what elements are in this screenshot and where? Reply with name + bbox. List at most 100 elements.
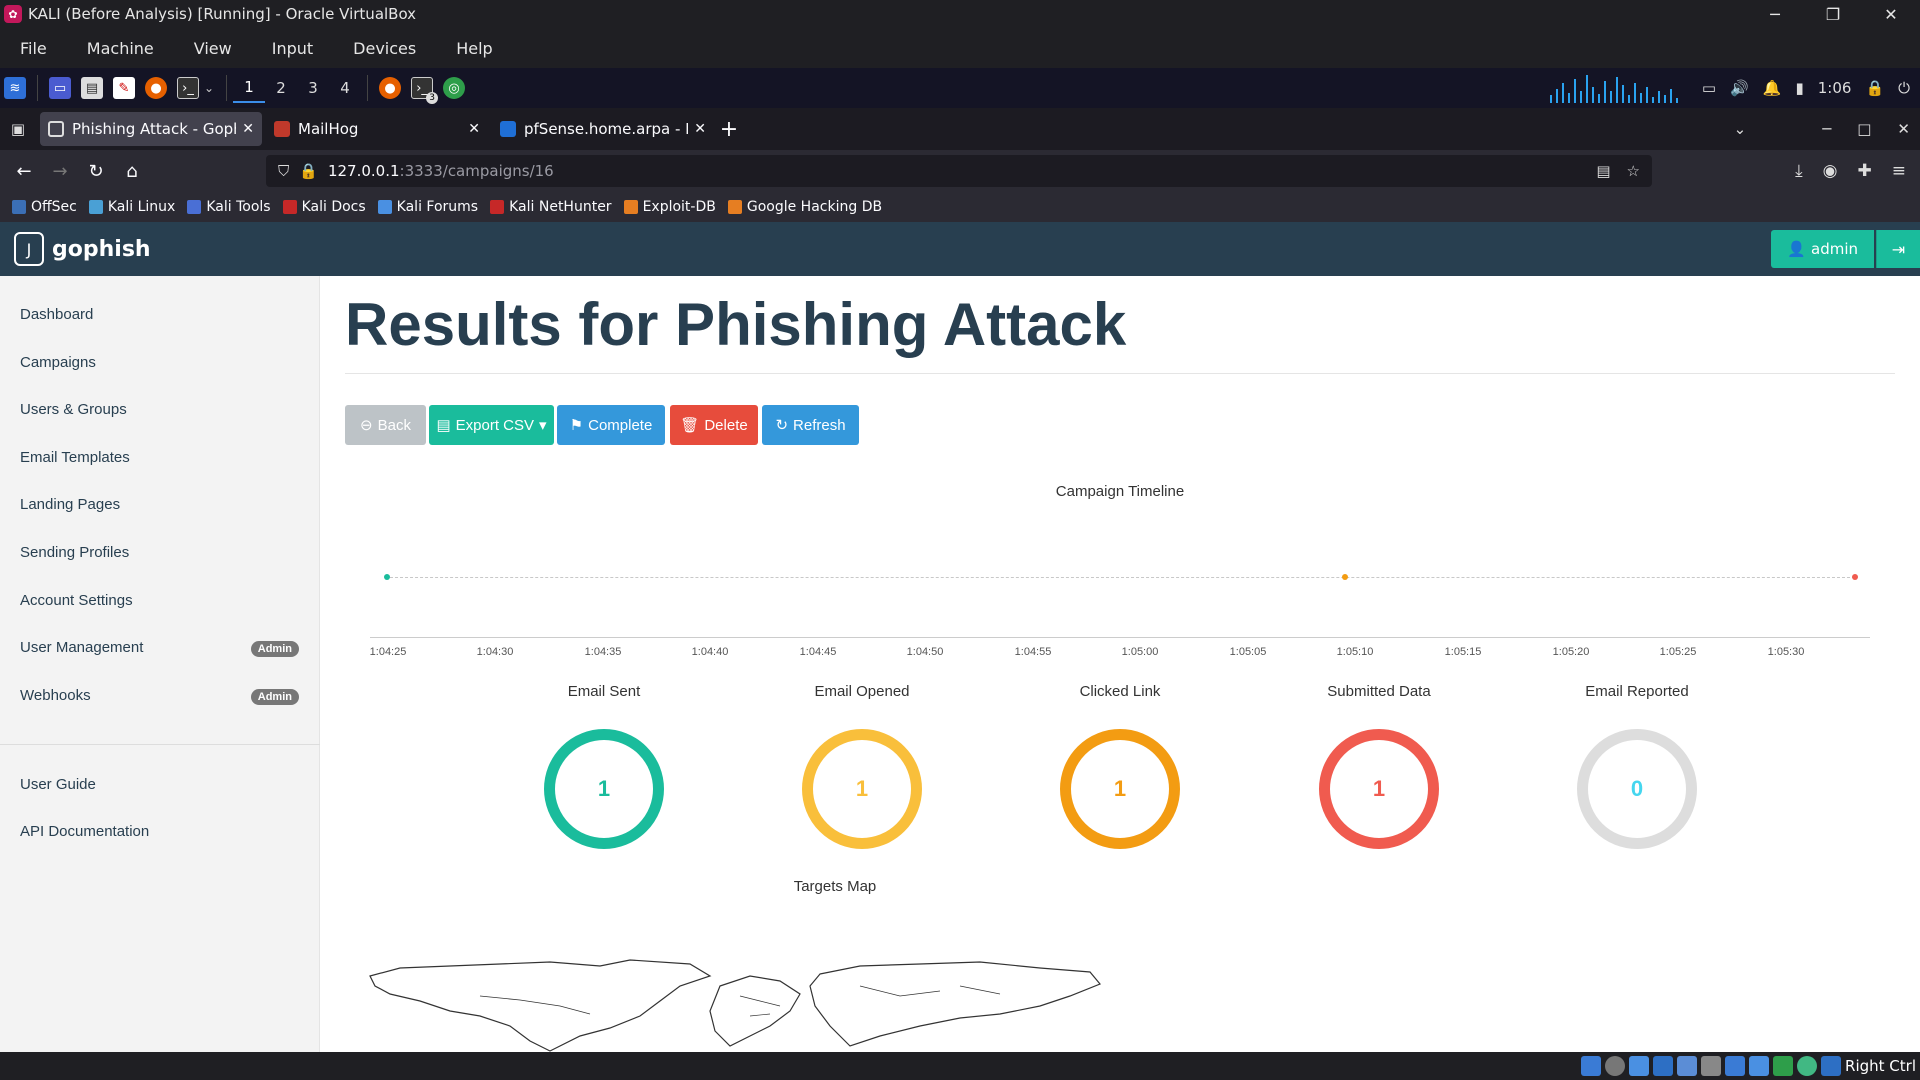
- delete-button[interactable]: 🗑 Delete: [670, 405, 758, 445]
- clock[interactable]: 1:06: [1818, 79, 1852, 97]
- sidebar-item-email-templates[interactable]: Email Templates: [20, 449, 130, 466]
- bookmark-offsec[interactable]: OffSec: [12, 199, 77, 215]
- power-icon[interactable]: ⏻: [1898, 79, 1910, 97]
- display-icon[interactable]: ▭: [1702, 79, 1716, 97]
- notification-bell-icon[interactable]: 🔔: [1763, 79, 1782, 97]
- firefox-window-icon[interactable]: ●: [379, 77, 402, 99]
- desktop-icon[interactable]: ▭: [49, 77, 71, 99]
- bookmark-kali-tools[interactable]: Kali Tools: [187, 199, 271, 215]
- bookmark-kali-nethunter[interactable]: Kali NetHunter: [490, 199, 612, 215]
- sidebar-item-dashboard[interactable]: Dashboard: [20, 306, 93, 323]
- stat-clicked-link-donut[interactable]: 1: [1060, 729, 1180, 849]
- shield-icon[interactable]: ⛉: [278, 162, 289, 180]
- tab-close-icon[interactable]: ✕: [694, 121, 706, 137]
- tab-gophish[interactable]: Phishing Attack - Gophish ✕: [40, 112, 262, 146]
- timeline-event-submitted[interactable]: [1852, 574, 1858, 580]
- workspace-4[interactable]: 4: [329, 73, 361, 103]
- forward-arrow-icon[interactable]: →: [42, 155, 78, 187]
- new-tab-icon[interactable]: +: [714, 117, 744, 142]
- logout-button[interactable]: ⇥: [1876, 230, 1920, 268]
- keyboard-capture-icon[interactable]: [1821, 1056, 1842, 1076]
- export-csv-button[interactable]: ▤ Export CSV ▾: [429, 405, 554, 445]
- hard-disk-icon[interactable]: [1581, 1056, 1602, 1076]
- minimize-button[interactable]: ─: [1746, 0, 1804, 28]
- battery-icon[interactable]: ▮: [1795, 79, 1803, 97]
- back-button[interactable]: ⊖ Back: [345, 405, 426, 445]
- text-editor-icon[interactable]: ✎: [113, 77, 135, 99]
- audio-icon[interactable]: [1629, 1056, 1650, 1076]
- shared-folders-icon[interactable]: [1701, 1056, 1722, 1076]
- workspace-1[interactable]: 1: [233, 73, 266, 103]
- network-icon[interactable]: [1653, 1056, 1674, 1076]
- menu-input[interactable]: Input: [252, 39, 333, 58]
- tab-overview-icon[interactable]: ▣: [0, 120, 36, 138]
- restore-button[interactable]: ❐: [1804, 0, 1862, 28]
- cpu-activity-icon[interactable]: [1797, 1056, 1818, 1076]
- sidebar-item-campaigns[interactable]: Campaigns: [20, 354, 96, 371]
- firefox-launcher-icon[interactable]: ●: [145, 77, 167, 99]
- tab-pfsense[interactable]: pfSense.home.arpa - Fire ✕: [492, 112, 714, 146]
- reader-view-icon[interactable]: ▤: [1596, 162, 1610, 180]
- file-manager-icon[interactable]: ▤: [81, 77, 103, 99]
- close-button[interactable]: ✕: [1862, 0, 1920, 28]
- tab-close-icon[interactable]: ✕: [468, 121, 480, 137]
- hamburger-menu-icon[interactable]: ≡: [1892, 161, 1906, 181]
- menu-machine[interactable]: Machine: [67, 39, 174, 58]
- lock-icon[interactable]: 🔒: [1865, 79, 1884, 97]
- bookmark-google-hacking-db[interactable]: Google Hacking DB: [727, 199, 882, 215]
- reload-icon[interactable]: ↻: [78, 155, 114, 187]
- url-bar[interactable]: ⛉ 🔒 127.0.0.1:3333/campaigns/16 ▤ ☆: [266, 155, 1652, 187]
- admin-user-button[interactable]: 👤 admin: [1771, 230, 1874, 268]
- workspace-2[interactable]: 2: [265, 73, 297, 103]
- gophish-logo[interactable]: J gophish: [14, 232, 151, 266]
- home-icon[interactable]: ⌂: [114, 155, 150, 187]
- maximize-browser-icon[interactable]: □: [1857, 120, 1871, 138]
- wireshark-window-icon[interactable]: ◎: [443, 77, 466, 99]
- recording-icon[interactable]: [1749, 1056, 1770, 1076]
- mouse-integration-icon[interactable]: [1773, 1056, 1794, 1076]
- sidebar-item-user-management[interactable]: User Management: [20, 639, 143, 656]
- stat-email-reported-donut[interactable]: 0: [1577, 729, 1697, 849]
- stat-email-opened-donut[interactable]: 1: [802, 729, 922, 849]
- page-info-icon[interactable]: 🔒: [299, 162, 318, 180]
- targets-map[interactable]: [360, 956, 1110, 1052]
- menu-help[interactable]: Help: [436, 39, 512, 58]
- menu-view[interactable]: View: [174, 39, 252, 58]
- stat-email-sent-donut[interactable]: 1: [544, 729, 664, 849]
- stat-submitted-data-donut[interactable]: 1: [1319, 729, 1439, 849]
- back-arrow-icon[interactable]: ←: [6, 155, 42, 187]
- menu-file[interactable]: File: [0, 39, 67, 58]
- tab-close-icon[interactable]: ✕: [242, 121, 254, 137]
- bookmark-kali-docs[interactable]: Kali Docs: [282, 199, 366, 215]
- optical-drive-icon[interactable]: [1605, 1056, 1626, 1076]
- account-icon[interactable]: ◉: [1823, 161, 1838, 181]
- sidebar-item-users-groups[interactable]: Users & Groups: [20, 401, 127, 418]
- close-browser-icon[interactable]: ✕: [1897, 120, 1910, 138]
- tab-mailhog[interactable]: MailHog ✕: [266, 112, 488, 146]
- sidebar-item-landing-pages[interactable]: Landing Pages: [20, 496, 120, 513]
- bookmark-kali-linux[interactable]: Kali Linux: [88, 199, 175, 215]
- terminal-window-icon[interactable]: ›_ 3: [411, 77, 439, 104]
- refresh-button[interactable]: ↻ Refresh: [762, 405, 859, 445]
- workspace-3[interactable]: 3: [297, 73, 329, 103]
- minimize-browser-icon[interactable]: ─: [1822, 120, 1831, 138]
- bookmark-kali-forums[interactable]: Kali Forums: [377, 199, 478, 215]
- downloads-icon[interactable]: ⤓: [1795, 161, 1803, 181]
- terminal-launcher-icon[interactable]: ›_: [177, 77, 199, 99]
- bookmark-star-icon[interactable]: ☆: [1627, 162, 1640, 180]
- bookmark-exploit-db[interactable]: Exploit-DB: [623, 199, 716, 215]
- sidebar-item-webhooks[interactable]: Webhooks: [20, 687, 91, 704]
- extensions-icon[interactable]: ✚: [1858, 161, 1872, 181]
- complete-button[interactable]: ⚑ Complete: [557, 405, 665, 445]
- kali-menu-icon[interactable]: ≋: [4, 77, 26, 99]
- display-status-icon[interactable]: [1725, 1056, 1746, 1076]
- chevron-down-icon[interactable]: ⌄: [204, 81, 214, 95]
- volume-icon[interactable]: 🔊: [1730, 79, 1749, 97]
- sidebar-item-sending-profiles[interactable]: Sending Profiles: [20, 544, 129, 561]
- usb-icon[interactable]: [1677, 1056, 1698, 1076]
- sidebar-item-account-settings[interactable]: Account Settings: [20, 592, 133, 609]
- timeline-event-clicked[interactable]: [1342, 574, 1348, 580]
- sidebar-item-user-guide[interactable]: User Guide: [20, 776, 96, 793]
- timeline-event-sent[interactable]: [384, 574, 390, 580]
- sidebar-item-api-documentation[interactable]: API Documentation: [20, 823, 149, 840]
